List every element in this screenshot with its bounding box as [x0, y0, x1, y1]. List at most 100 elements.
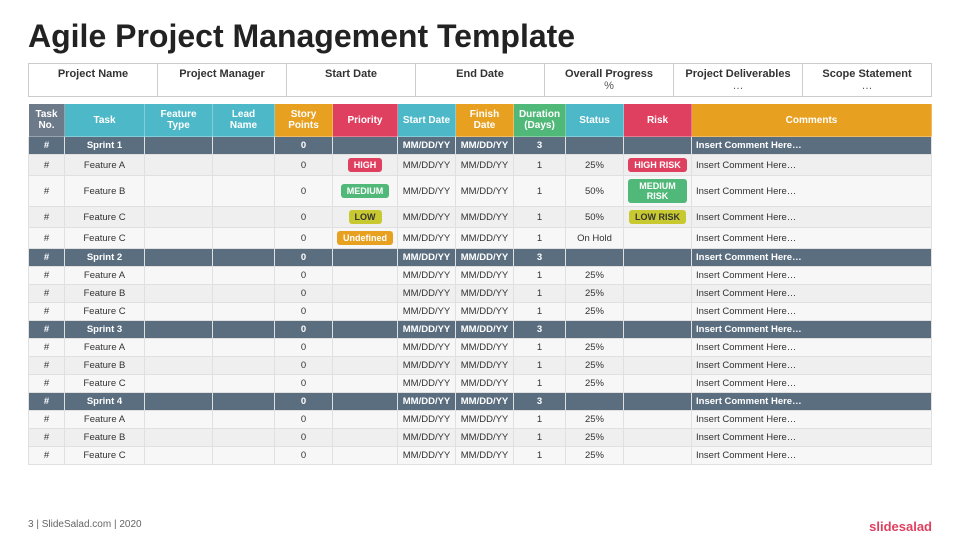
- cell-duration: 1: [514, 447, 566, 465]
- cell-start: MM/DD/YY: [398, 429, 456, 447]
- cell-lead: [213, 411, 275, 429]
- cell-duration: 1: [514, 285, 566, 303]
- cell-story: 0: [275, 285, 333, 303]
- cell-finish: MM/DD/YY: [456, 339, 514, 357]
- col-comments: Comments: [692, 104, 932, 137]
- col-risk: Risk: [624, 104, 692, 137]
- cell-finish: MM/DD/YY: [456, 411, 514, 429]
- cell-feat: [145, 303, 213, 321]
- col-priority: Priority: [333, 104, 398, 137]
- cell-comments: Insert Comment Here…: [692, 303, 932, 321]
- cell-risk: [624, 267, 692, 285]
- cell-status: 25%: [566, 429, 624, 447]
- cell-lead: [213, 249, 275, 267]
- cell-priority: [333, 429, 398, 447]
- col-status: Status: [566, 104, 624, 137]
- cell-duration: 3: [514, 249, 566, 267]
- cell-task: Feature C: [65, 447, 145, 465]
- cell-no: #: [29, 137, 65, 155]
- cell-no: #: [29, 155, 65, 176]
- cell-risk: HIGH RISK: [624, 155, 692, 176]
- cell-no: #: [29, 267, 65, 285]
- cell-start: MM/DD/YY: [398, 249, 456, 267]
- summary-bar: Project NameProject ManagerStart DateEnd…: [28, 63, 932, 97]
- col-duration: Duration (Days): [514, 104, 566, 137]
- cell-duration: 1: [514, 411, 566, 429]
- cell-comments: Insert Comment Here…: [692, 249, 932, 267]
- cell-status: [566, 249, 624, 267]
- cell-comments: Insert Comment Here…: [692, 393, 932, 411]
- cell-comments: Insert Comment Here…: [692, 137, 932, 155]
- cell-finish: MM/DD/YY: [456, 429, 514, 447]
- cell-status: 25%: [566, 155, 624, 176]
- cell-start: MM/DD/YY: [398, 321, 456, 339]
- table-row: # Feature B 0 MM/DD/YY MM/DD/YY 1 25% In…: [29, 429, 932, 447]
- cell-status: 25%: [566, 339, 624, 357]
- cell-duration: 1: [514, 303, 566, 321]
- cell-finish: MM/DD/YY: [456, 285, 514, 303]
- table-row: # Feature B 0 MM/DD/YY MM/DD/YY 1 25% In…: [29, 357, 932, 375]
- summary-cell: Overall Progress%: [545, 64, 674, 96]
- cell-feat: [145, 393, 213, 411]
- cell-finish: MM/DD/YY: [456, 321, 514, 339]
- table-row: # Feature C 0 MM/DD/YY MM/DD/YY 1 25% In…: [29, 303, 932, 321]
- table-row: # Feature B 0 MM/DD/YY MM/DD/YY 1 25% In…: [29, 285, 932, 303]
- cell-status: 25%: [566, 411, 624, 429]
- cell-status: 25%: [566, 375, 624, 393]
- cell-lead: [213, 447, 275, 465]
- cell-feat: [145, 207, 213, 228]
- cell-priority: [333, 267, 398, 285]
- summary-cell: Project Manager: [158, 64, 287, 96]
- cell-status: 25%: [566, 303, 624, 321]
- cell-comments: Insert Comment Here…: [692, 375, 932, 393]
- col-feat-type: Feature Type: [145, 104, 213, 137]
- cell-risk: MEDIUM RISK: [624, 176, 692, 207]
- cell-duration: 3: [514, 393, 566, 411]
- cell-status: [566, 321, 624, 339]
- cell-task: Feature B: [65, 429, 145, 447]
- cell-priority: [333, 357, 398, 375]
- cell-start: MM/DD/YY: [398, 393, 456, 411]
- cell-duration: 1: [514, 357, 566, 375]
- cell-feat: [145, 411, 213, 429]
- table-row: # Feature C 0 MM/DD/YY MM/DD/YY 1 25% In…: [29, 375, 932, 393]
- cell-task: Feature A: [65, 411, 145, 429]
- cell-no: #: [29, 249, 65, 267]
- cell-finish: MM/DD/YY: [456, 357, 514, 375]
- cell-start: MM/DD/YY: [398, 137, 456, 155]
- cell-comments: Insert Comment Here…: [692, 339, 932, 357]
- cell-no: #: [29, 207, 65, 228]
- project-table: Task No. Task Feature Type Lead Name Sto…: [28, 103, 932, 465]
- cell-risk: [624, 285, 692, 303]
- table-row: # Feature A 0 HIGH MM/DD/YY MM/DD/YY 1 2…: [29, 155, 932, 176]
- cell-priority: [333, 339, 398, 357]
- cell-task: Feature B: [65, 176, 145, 207]
- summary-cell: Project Deliverables…: [674, 64, 803, 96]
- cell-story: 0: [275, 429, 333, 447]
- cell-task: Feature B: [65, 285, 145, 303]
- cell-comments: Insert Comment Here…: [692, 228, 932, 249]
- cell-feat: [145, 447, 213, 465]
- cell-risk: [624, 411, 692, 429]
- cell-no: #: [29, 285, 65, 303]
- cell-start: MM/DD/YY: [398, 285, 456, 303]
- cell-start: MM/DD/YY: [398, 411, 456, 429]
- cell-no: #: [29, 303, 65, 321]
- priority-badge: Undefined: [337, 231, 393, 245]
- priority-badge: LOW: [349, 210, 382, 224]
- cell-task: Feature A: [65, 155, 145, 176]
- cell-risk: [624, 375, 692, 393]
- cell-priority: [333, 393, 398, 411]
- cell-risk: [624, 321, 692, 339]
- footer: 3 | SlideSalad.com | 2020 slidesalad: [0, 519, 960, 534]
- cell-priority: [333, 249, 398, 267]
- cell-finish: MM/DD/YY: [456, 393, 514, 411]
- risk-badge: LOW RISK: [629, 210, 686, 224]
- cell-status: [566, 137, 624, 155]
- cell-duration: 1: [514, 267, 566, 285]
- cell-start: MM/DD/YY: [398, 357, 456, 375]
- cell-feat: [145, 155, 213, 176]
- cell-story: 0: [275, 393, 333, 411]
- cell-task: Feature A: [65, 339, 145, 357]
- priority-badge: MEDIUM: [341, 184, 390, 198]
